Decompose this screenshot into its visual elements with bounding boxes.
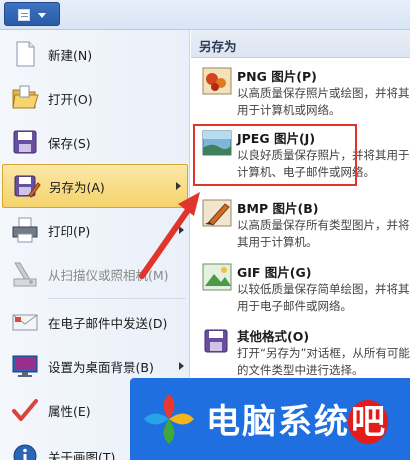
gif-image-icon xyxy=(202,263,232,291)
menu-item-new[interactable]: 新建(N) xyxy=(0,32,190,76)
other-formats-icon xyxy=(204,329,228,353)
menu-item-scanner: 从扫描仪或照相机(M) xyxy=(0,252,190,296)
menu-item-label: 新建(N) xyxy=(48,47,93,63)
menu-item-label: 从扫描仪或照相机(M) xyxy=(48,267,169,283)
submenu-arrow-icon xyxy=(176,182,181,190)
menu-item-label: 关于画图(T) xyxy=(48,449,116,460)
option-title: 其他格式(O) xyxy=(237,329,310,344)
save-as-gif-option[interactable]: GIF 图片(G) 以较低质量保存简单绘图，并将其用于电子邮件或网络。 xyxy=(191,260,410,320)
windows-flag-icon xyxy=(144,394,194,444)
save-as-bmp-option[interactable]: BMP 图片(B) 以高质量保存所有类型图片，并将其用于计算机。 xyxy=(191,196,410,256)
panel-title: 另存为 xyxy=(191,30,410,58)
email-icon xyxy=(12,314,38,331)
menu-item-label: 属性(E) xyxy=(48,403,91,419)
option-title: BMP 图片(B) xyxy=(237,201,319,216)
menu-item-label: 打开(O) xyxy=(48,91,93,107)
menu-item-print[interactable]: 打印(P) xyxy=(0,208,190,252)
option-description: 以高质量保存所有类型图片，并将其用于计算机。 xyxy=(237,218,410,249)
menu-item-open[interactable]: 打开(O) xyxy=(0,76,190,120)
submenu-arrow-icon xyxy=(179,362,184,370)
new-document-icon xyxy=(16,41,35,67)
save-as-other-formats-option[interactable]: 其他格式(O) 打开“另存为”对话框，从所有可能的文件类型中进行选择。 xyxy=(191,324,410,384)
png-image-icon xyxy=(202,67,232,95)
annotation-highlight-box xyxy=(193,124,357,186)
menu-item-label: 保存(S) xyxy=(48,135,91,151)
option-description: 打开“另存为”对话框，从所有可能的文件类型中进行选择。 xyxy=(237,346,410,377)
menu-item-label: 打印(P) xyxy=(48,223,91,239)
menu-separator xyxy=(48,298,186,299)
save-icon xyxy=(13,130,37,154)
option-title: PNG 图片(P) xyxy=(237,69,317,84)
option-title: GIF 图片(G) xyxy=(237,265,312,280)
save-as-icon xyxy=(14,175,41,198)
desktop-background-icon xyxy=(12,355,38,377)
open-folder-icon xyxy=(12,85,39,109)
document-icon xyxy=(18,9,30,21)
watermark-logo: 电脑系统吧 xyxy=(130,378,410,460)
bmp-image-icon xyxy=(202,199,232,227)
menu-item-label: 在电子邮件中发送(D) xyxy=(48,315,168,331)
submenu-arrow-icon xyxy=(179,226,184,234)
menu-item-label: 设置为桌面背景(B) xyxy=(48,359,154,375)
info-icon xyxy=(13,444,37,460)
scanner-icon xyxy=(13,262,37,287)
printer-icon xyxy=(12,217,38,243)
title-bar xyxy=(0,0,410,30)
menu-item-save-as[interactable]: 另存为(A) xyxy=(2,164,188,208)
menu-item-save[interactable]: 保存(S) xyxy=(0,120,190,164)
option-description: 以高质量保存照片或绘图，并将其用于计算机或网络。 xyxy=(237,86,410,117)
menu-item-email[interactable]: 在电子邮件中发送(D) xyxy=(0,300,190,344)
save-as-png-option[interactable]: PNG 图片(P) 以高质量保存照片或绘图，并将其用于计算机或网络。 xyxy=(191,64,410,124)
watermark-text: 电脑系统吧 xyxy=(206,394,388,444)
app-menu-button[interactable] xyxy=(4,2,60,26)
menu-item-label: 另存为(A) xyxy=(49,179,105,195)
checkmark-icon xyxy=(12,399,38,421)
chevron-down-icon xyxy=(38,13,46,18)
option-description: 以较低质量保存简单绘图，并将其用于电子邮件或网络。 xyxy=(237,282,410,313)
